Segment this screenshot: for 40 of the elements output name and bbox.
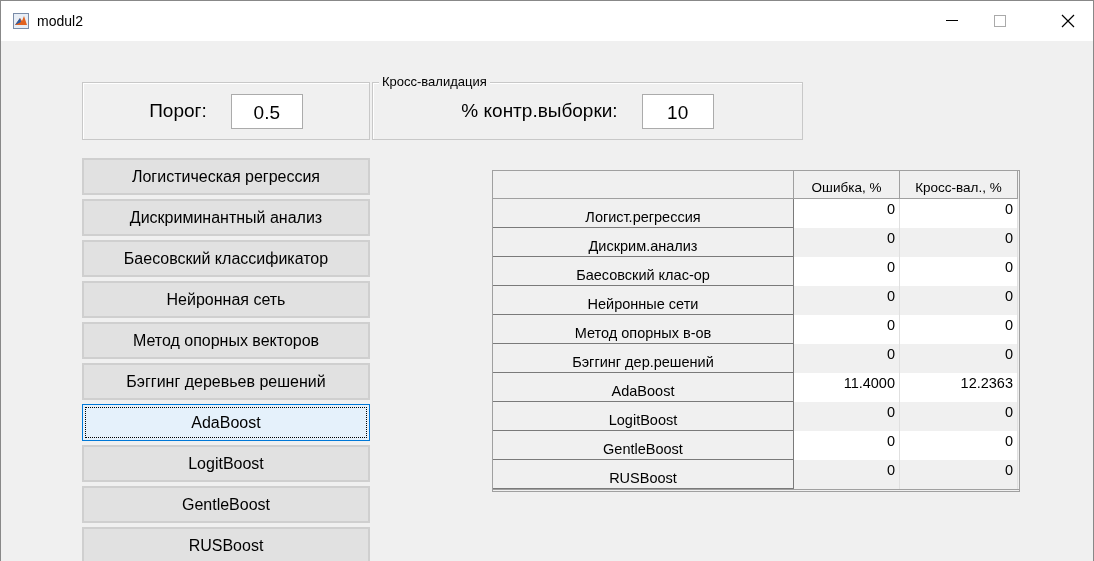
field-label: % контр.выборки:	[461, 100, 618, 122]
field-label: Порог:	[149, 100, 207, 122]
method-button[interactable]: Бэггинг деревьев решений	[82, 363, 370, 400]
table-cell: 12.2363	[900, 373, 1018, 402]
method-button[interactable]: AdaBoost	[82, 404, 370, 441]
input-field[interactable]: 10	[641, 93, 714, 129]
table-cell: 0	[900, 199, 1018, 228]
input-field[interactable]: 0.5	[230, 93, 303, 129]
app-icon	[13, 12, 29, 29]
minimize-icon	[946, 20, 958, 21]
table-cell: 0	[900, 431, 1018, 460]
method-button[interactable]: Баесовский классификатор	[82, 240, 370, 277]
window-title: modul2	[37, 12, 83, 29]
group-title: Кросс-валидация	[379, 74, 490, 89]
row-header: Баесовский клас-ор	[493, 257, 794, 286]
row-header: Дискрим.анализ	[493, 228, 794, 257]
row-header: RUSBoost	[493, 460, 794, 489]
table-cell: 0	[794, 431, 900, 460]
table-cell: 0	[794, 315, 900, 344]
row-header: LogitBoost	[493, 402, 794, 431]
row-header: AdaBoost	[493, 373, 794, 402]
table-cell: 0	[900, 257, 1018, 286]
row-header: GentleBoost	[493, 431, 794, 460]
method-button[interactable]: Дискриминантный анализ	[82, 199, 370, 236]
table-cell: 11.4000	[794, 373, 900, 402]
method-button[interactable]: Нейронная сеть	[82, 281, 370, 318]
row-header: Логист.регрессия	[493, 199, 794, 228]
maximize-icon	[994, 14, 1006, 27]
method-button[interactable]: RUSBoost	[82, 527, 370, 561]
method-button[interactable]: Метод опорных векторов	[82, 322, 370, 359]
method-button[interactable]: GentleBoost	[82, 486, 370, 523]
row-header: Нейронные сети	[493, 286, 794, 315]
close-icon	[1061, 13, 1075, 28]
table-cell: 0	[794, 257, 900, 286]
row-header: Бэггинг дер.решений	[493, 344, 794, 373]
row-header: Метод опорных в-ов	[493, 315, 794, 344]
method-button[interactable]: Логистическая регрессия	[82, 158, 370, 195]
table-cell: 0	[794, 199, 900, 228]
table-cell: 0	[900, 315, 1018, 344]
method-button[interactable]: LogitBoost	[82, 445, 370, 482]
